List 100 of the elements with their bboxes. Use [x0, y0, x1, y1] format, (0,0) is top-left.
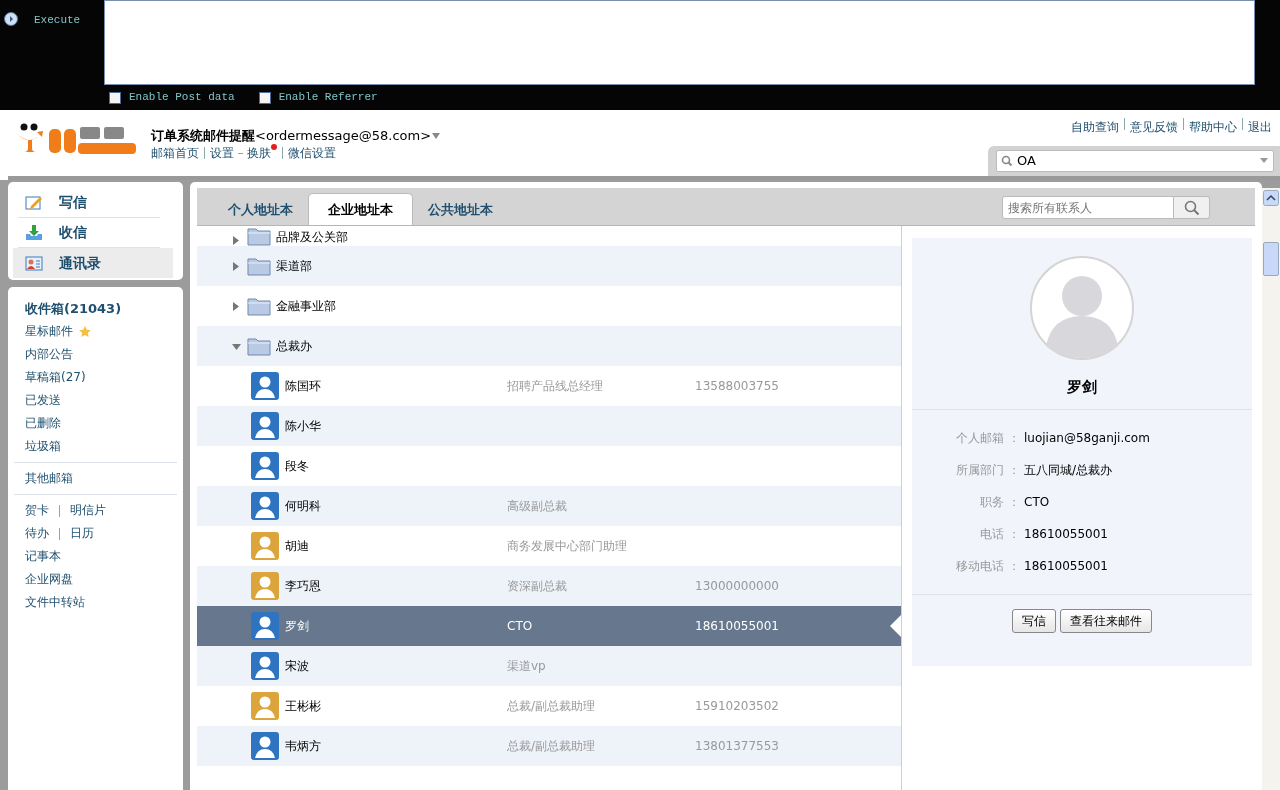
header-link[interactable]: 帮助中心: [1189, 118, 1237, 136]
folder-link[interactable]: 垃圾箱: [25, 435, 61, 458]
url-textarea[interactable]: [104, 0, 1255, 85]
contact-row[interactable]: 陈小华: [197, 406, 901, 446]
folder-link[interactable]: 内部公告: [25, 343, 73, 366]
profile-avatar-icon: [1030, 256, 1134, 360]
search-field[interactable]: OA: [996, 150, 1274, 172]
contact-name: 何明科: [284, 498, 322, 515]
contact-title: 总裁/副总裁助理: [507, 698, 597, 715]
pointer-icon: [889, 615, 901, 637]
contact-phone: 13801377553: [695, 738, 779, 755]
action-button[interactable]: 写信: [1012, 609, 1056, 633]
department-name[interactable]: 渠道部: [276, 257, 312, 275]
search-icon: [1001, 155, 1013, 167]
expand-caret-icon[interactable]: [231, 260, 242, 272]
scroll-thumb[interactable]: [1263, 242, 1279, 276]
contact-title: 资深副总裁: [507, 578, 568, 595]
checkbox[interactable]: [109, 91, 121, 104]
header-link[interactable]: 自助查询: [1071, 118, 1119, 136]
search-button[interactable]: [1174, 196, 1210, 219]
contact-title: 总裁/副总裁助理: [507, 738, 597, 755]
contact-phone: 13588003755: [695, 378, 779, 395]
contact-title: CTO: [507, 618, 534, 635]
contact-name: 韦炳方: [284, 738, 322, 755]
contact-title: 商务发展中心部门助理: [507, 538, 628, 555]
contact-name: 李巧恩: [284, 578, 322, 595]
field-value: 18610055001: [1024, 526, 1108, 543]
inbox-icon: [25, 224, 43, 241]
folder-link[interactable]: 记事本: [25, 545, 61, 568]
folder-link[interactable]: 企业网盘: [25, 568, 73, 591]
nav-link[interactable]: 邮箱首页: [151, 144, 199, 162]
contact-name: 宋波: [284, 658, 310, 675]
folder-link[interactable]: 日历: [70, 522, 94, 545]
execute-label[interactable]: Execute: [34, 12, 81, 29]
folder-link[interactable]: 已发送: [25, 389, 61, 412]
field-label: 电话 ：: [979, 526, 1020, 543]
contact-name: 罗剑: [284, 618, 310, 635]
folder-icon: [247, 336, 271, 356]
folder-link[interactable]: 待办: [25, 522, 49, 545]
scroll-up-icon[interactable]: [1263, 190, 1279, 206]
contact-name: 陈国环: [284, 378, 322, 395]
nav-item[interactable]: 通讯录: [13, 248, 173, 278]
checkbox-label: Enable Post data: [129, 90, 235, 106]
tab[interactable]: 个人地址本: [213, 194, 308, 225]
department-name[interactable]: 品牌及公关部: [276, 228, 348, 246]
search-text: OA: [1017, 152, 1037, 171]
contact-phone: 15910203502: [695, 698, 779, 715]
play-icon[interactable]: [4, 12, 18, 26]
field-value: CTO: [1024, 494, 1050, 511]
contact-row[interactable]: 宋波 渠道vp: [197, 646, 901, 686]
folder-link[interactable]: 草稿箱(27): [25, 366, 86, 389]
header-link[interactable]: 退出: [1248, 118, 1272, 136]
field-label: 所属部门 ：: [955, 462, 1020, 479]
tab[interactable]: 公共地址本: [413, 194, 508, 225]
contact-title: 招聘产品线总经理: [507, 378, 604, 395]
contact-row[interactable]: 王彬彬 总裁/副总裁助理 15910203502: [197, 686, 901, 726]
contact-name: 王彬彬: [284, 698, 322, 715]
department-name[interactable]: 金融事业部: [276, 297, 336, 315]
contacts-icon: [25, 254, 43, 272]
folder-link[interactable]: 明信片: [70, 499, 106, 522]
contact-name: 胡迪: [284, 538, 310, 555]
contact-row[interactable]: 韦炳方 总裁/副总裁助理 13801377553: [197, 726, 901, 766]
contact-title: 高级副总裁: [507, 498, 568, 515]
contact-search-field[interactable]: 搜索所有联系人: [1002, 196, 1174, 219]
header-link[interactable]: 意见反馈: [1130, 118, 1178, 136]
folder-link[interactable]: 星标邮件: [25, 320, 73, 343]
expand-caret-icon[interactable]: [231, 300, 242, 312]
folder-link[interactable]: 已删除: [25, 412, 61, 435]
contact-row[interactable]: 何明科 高级副总裁: [197, 486, 901, 526]
contact-row[interactable]: 罗剑 CTO 18610055001: [197, 606, 901, 646]
contact-name: 罗剑: [1067, 377, 1097, 398]
contact-title: 渠道vp: [507, 658, 547, 675]
folder-link[interactable]: 其他邮箱: [25, 467, 73, 490]
contact-row[interactable]: 李巧恩 资深副总裁 13000000000: [197, 566, 901, 606]
dropdown-caret-icon[interactable]: [1259, 158, 1269, 164]
scrollbar[interactable]: [1262, 188, 1280, 790]
nav-link[interactable]: 微信设置: [288, 144, 336, 162]
dropdown-caret-icon[interactable]: [431, 131, 442, 140]
folder-link[interactable]: 文件中转站: [25, 591, 85, 614]
contact-row[interactable]: 陈国环 招聘产品线总经理 13588003755: [197, 366, 901, 406]
folder-icon: [247, 256, 271, 276]
folder-icon: [247, 296, 271, 316]
department-name[interactable]: 总裁办: [276, 337, 312, 355]
nav-link[interactable]: 设置: [210, 144, 234, 162]
nav-item[interactable]: 写信: [18, 188, 160, 218]
checkbox-label: Enable Referrer: [278, 90, 378, 106]
tab[interactable]: 企业地址本: [308, 193, 413, 225]
sender-address: <ordermessage@58.com>: [255, 127, 432, 145]
contact-row[interactable]: 胡迪 商务发展中心部门助理: [197, 526, 901, 566]
field-value: luojian@58ganji.com: [1024, 430, 1150, 447]
action-button[interactable]: 查看往来邮件: [1060, 609, 1152, 633]
search-icon: [1183, 200, 1200, 216]
contact-name: 陈小华: [284, 418, 322, 435]
nav-link[interactable]: 换肤: [247, 144, 271, 162]
folder-link[interactable]: 贺卡: [25, 499, 49, 522]
notification-dot-icon: [271, 144, 277, 150]
folder-link[interactable]: 收件箱(21043): [25, 297, 122, 320]
contact-row[interactable]: 段冬: [197, 446, 901, 486]
field-value: 18610055001: [1024, 558, 1108, 575]
checkbox[interactable]: [258, 91, 271, 104]
